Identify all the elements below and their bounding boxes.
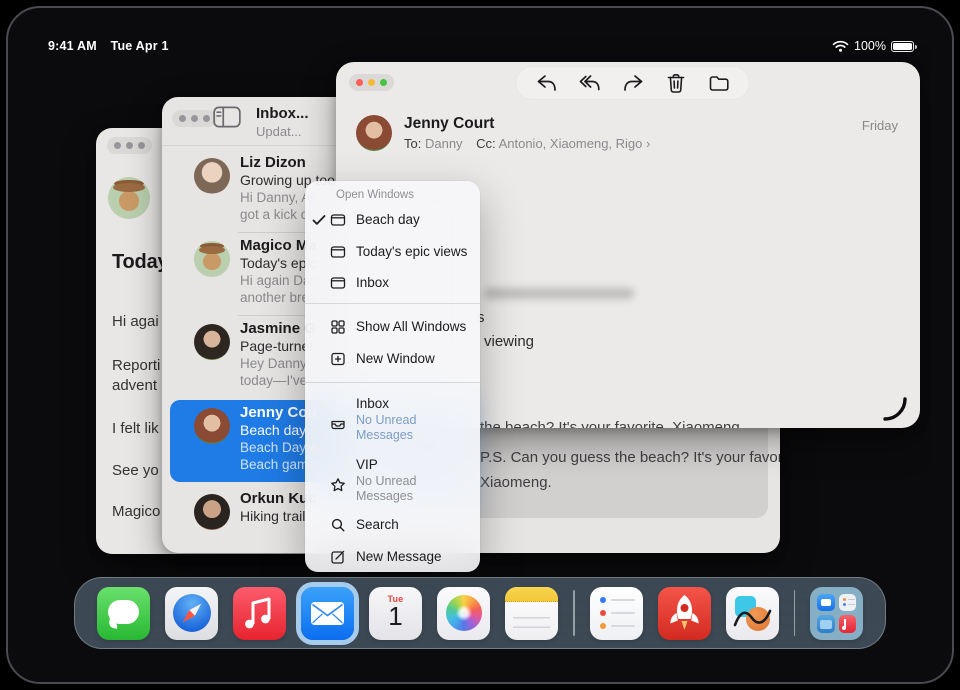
window-icon xyxy=(330,212,346,228)
preview: Hey Danny, xyxy=(240,356,310,371)
body-fragment: viewing xyxy=(484,333,534,350)
dock-app-reminders[interactable] xyxy=(590,587,643,640)
battery-icon xyxy=(891,41,914,52)
menu-item-todays-epic-views[interactable]: Today's epic views xyxy=(305,240,480,266)
magnifier-icon xyxy=(330,517,346,533)
preview: today—I've xyxy=(240,373,307,388)
dock-divider xyxy=(573,590,575,636)
sender-name: Jenny Court xyxy=(404,115,494,133)
music-note-icon xyxy=(233,587,286,640)
dock-app-messages[interactable] xyxy=(97,587,150,640)
subject: Page-turner xyxy=(240,338,314,354)
wifi-icon xyxy=(832,40,849,52)
mini-music-icon xyxy=(839,615,857,633)
dock-app-notes[interactable] xyxy=(505,587,558,640)
dock-divider xyxy=(794,590,796,636)
body-line: Magico xyxy=(112,503,160,520)
message-ps-line: P.S. Can you guess the beach? It's your … xyxy=(480,449,780,466)
window-resize-handle[interactable] xyxy=(882,396,914,428)
body-line: Hi agai xyxy=(112,313,159,330)
subject: Beach day xyxy=(240,422,306,438)
app-library-grid xyxy=(817,594,856,633)
inbox-tray-icon xyxy=(330,416,346,432)
avatar xyxy=(108,177,150,219)
reply-button[interactable] xyxy=(535,71,559,95)
dock: Tue 1 xyxy=(74,577,886,649)
menu-header: Open Windows xyxy=(336,189,414,201)
dock-app-mail-active[interactable] xyxy=(301,587,354,640)
dock-app-music[interactable] xyxy=(233,587,286,640)
window-icon xyxy=(330,244,346,260)
screen: 9:41 AM Tue Apr 1 100% xyxy=(30,30,930,660)
mini-mail-icon xyxy=(817,594,835,612)
ipad-screenshot: 9:41 AM Tue Apr 1 100% xyxy=(0,0,960,690)
subject: Hiking trail xyxy=(240,508,305,524)
dock-app-rocket[interactable] xyxy=(658,587,711,640)
folder-button[interactable] xyxy=(707,71,731,95)
reply-all-button[interactable] xyxy=(578,71,602,95)
menu-item-inbox[interactable]: Inbox No Unread Messages xyxy=(305,392,480,448)
battery-percent: 100% xyxy=(854,39,886,53)
body-line: advent xyxy=(112,377,157,394)
window-icon xyxy=(330,275,346,291)
dock-app-safari[interactable] xyxy=(165,587,218,640)
blurred-text xyxy=(484,288,634,299)
message-toolbar xyxy=(516,67,749,99)
avatar xyxy=(194,158,230,194)
checkmark-icon xyxy=(311,212,327,228)
squiggle-icon xyxy=(726,587,779,640)
grid-icon xyxy=(330,319,346,335)
dock-app-freeform[interactable] xyxy=(726,587,779,640)
mailbox-title: Inbox... xyxy=(256,105,309,122)
menu-item-show-all-windows[interactable]: Show All Windows xyxy=(305,315,480,341)
divider xyxy=(305,303,480,304)
avatar xyxy=(356,115,392,151)
trash-button[interactable] xyxy=(664,71,688,95)
sender-name: Liz Dizon xyxy=(240,154,306,171)
body-line: I felt lik xyxy=(112,420,159,437)
calendar-day: 1 xyxy=(369,603,422,629)
message-ps-line: Xiaomeng. xyxy=(480,474,552,491)
window-controls[interactable] xyxy=(107,137,152,154)
menu-item-vip[interactable]: VIP No Unread Messages xyxy=(305,453,480,509)
forward-button[interactable] xyxy=(621,71,645,95)
dock-app-library[interactable] xyxy=(810,587,863,640)
open-windows-menu: Open Windows Beach day Today's epic view… xyxy=(305,181,480,572)
mini-list-icon xyxy=(839,594,857,612)
rocket-icon xyxy=(658,587,711,640)
recipients-line[interactable]: To: Danny Cc: Antonio, Xiaomeng, Rigo › xyxy=(404,136,650,151)
star-icon xyxy=(330,477,346,493)
mailbox-subtitle: Updat... xyxy=(256,124,302,139)
ipad-bezel: 9:41 AM Tue Apr 1 100% xyxy=(6,6,954,684)
menu-item-inbox-window[interactable]: Inbox xyxy=(305,271,480,297)
menu-item-new-message[interactable]: New Message xyxy=(305,545,480,571)
window-controls[interactable] xyxy=(349,74,394,91)
dock-app-calendar[interactable]: Tue 1 xyxy=(369,587,422,640)
status-date: Tue Apr 1 xyxy=(111,39,169,53)
message-heading: Today xyxy=(112,251,168,274)
body-line: See yo xyxy=(112,462,159,479)
divider xyxy=(305,382,480,383)
window-controls[interactable] xyxy=(172,110,217,127)
envelope-icon xyxy=(301,587,354,640)
mini-folder-icon xyxy=(817,615,835,633)
avatar xyxy=(194,408,230,444)
note-lines xyxy=(513,609,550,633)
avatar xyxy=(194,494,230,530)
avatar xyxy=(194,241,230,277)
sidebar-toggle-icon[interactable] xyxy=(212,104,242,130)
status-time: 9:41 AM xyxy=(48,39,97,53)
menu-item-beach-day[interactable]: Beach day xyxy=(305,208,480,234)
avatar xyxy=(194,324,230,360)
compose-icon xyxy=(330,549,346,565)
clipped-body-line: the beach? It's your favorite, Xiaomeng xyxy=(480,419,740,428)
message-date: Friday xyxy=(862,118,898,133)
status-bar: 9:41 AM Tue Apr 1 100% xyxy=(30,30,930,58)
body-line: Reporti xyxy=(112,357,160,374)
menu-item-new-window[interactable]: New Window xyxy=(305,347,480,373)
dock-app-photos[interactable] xyxy=(437,587,490,640)
menu-item-search[interactable]: Search xyxy=(305,513,480,539)
photos-flower-icon xyxy=(446,595,482,631)
new-window-icon xyxy=(330,351,346,367)
